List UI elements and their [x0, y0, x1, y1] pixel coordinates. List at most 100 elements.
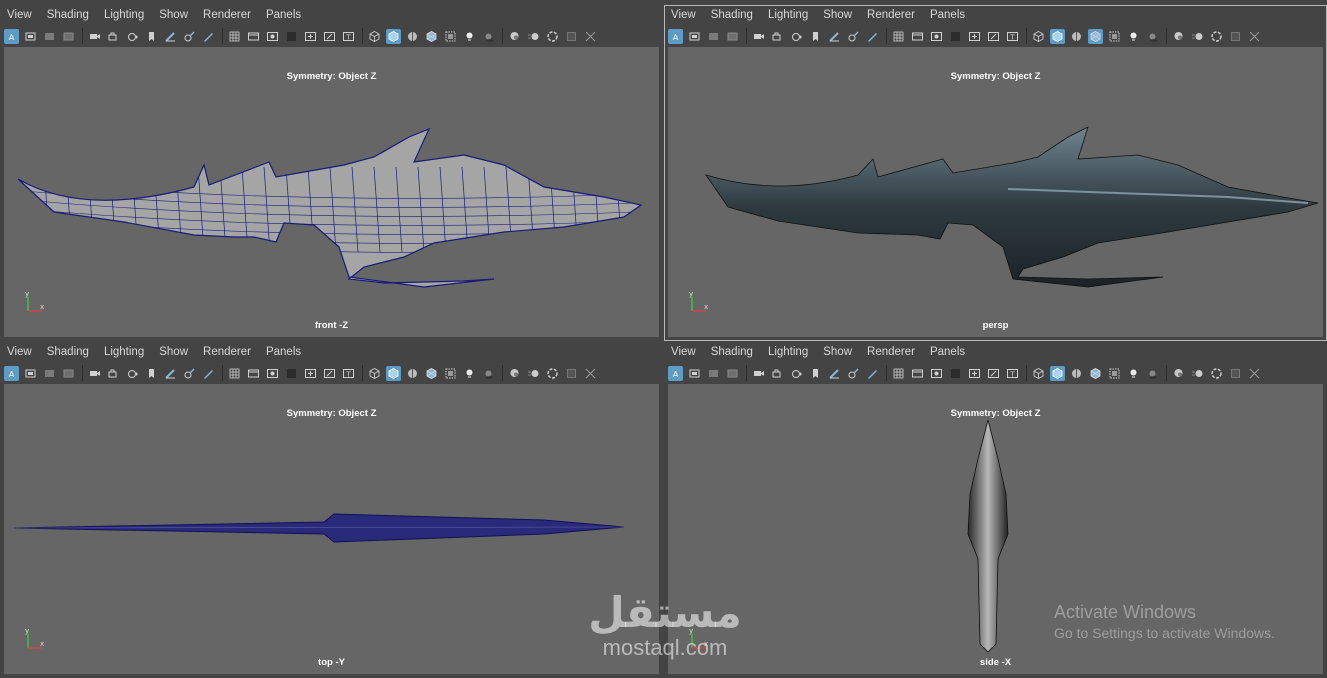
xray-icon[interactable]: [1088, 28, 1103, 44]
pencil-icon[interactable]: [865, 29, 880, 44]
shadows-icon[interactable]: [481, 29, 496, 44]
bookmark-icon[interactable]: [144, 366, 159, 381]
safe-title-icon[interactable]: T: [341, 29, 356, 44]
light-icon[interactable]: [1126, 366, 1141, 381]
grid-icon[interactable]: [891, 29, 906, 44]
menu-renderer[interactable]: Renderer: [867, 346, 915, 358]
menu-view[interactable]: View: [671, 9, 696, 21]
image-plane-icon[interactable]: [61, 366, 76, 381]
menu-panels[interactable]: Panels: [266, 346, 301, 358]
field-chart-icon[interactable]: [303, 366, 318, 381]
viewport-canvas-front[interactable]: Symmetry: Object Zfront -Z y x: [4, 47, 659, 337]
gate-mask-icon[interactable]: [948, 366, 963, 381]
playblast-icon[interactable]: [125, 366, 140, 381]
bookmark-icon[interactable]: [808, 366, 823, 381]
safe-title-icon[interactable]: T: [1005, 29, 1020, 44]
camera-icon[interactable]: [87, 366, 102, 381]
camera-attributes-icon[interactable]: [687, 29, 702, 44]
menu-renderer[interactable]: Renderer: [203, 9, 251, 21]
viewport-canvas-top[interactable]: Symmetry: Object Ztop -Y y x: [4, 384, 659, 674]
image-plane-icon[interactable]: [61, 29, 76, 44]
menu-renderer[interactable]: Renderer: [867, 9, 915, 21]
menu-show[interactable]: Show: [159, 9, 188, 21]
isolate-select-icon[interactable]: [564, 29, 579, 44]
menu-shading[interactable]: Shading: [47, 9, 89, 21]
wireframe-icon[interactable]: [1031, 366, 1046, 381]
sword-model[interactable]: [668, 47, 1323, 337]
xray-icon[interactable]: [1088, 366, 1103, 381]
menu-shading[interactable]: Shading: [711, 346, 753, 358]
select-camera-icon[interactable]: A: [668, 28, 683, 44]
resolution-gate-icon[interactable]: [265, 29, 280, 44]
shadows-icon[interactable]: [1145, 29, 1160, 44]
camera-attributes-icon[interactable]: [687, 366, 702, 381]
camera-attributes-icon[interactable]: [23, 29, 38, 44]
film-gate-icon[interactable]: [910, 29, 925, 44]
gate-mask-icon[interactable]: [284, 29, 299, 44]
wireframe-icon[interactable]: [367, 29, 382, 44]
safe-action-icon[interactable]: [986, 29, 1001, 44]
camera-icon[interactable]: [751, 366, 766, 381]
camera-icon[interactable]: [751, 29, 766, 44]
wireframe-icon[interactable]: [1031, 29, 1046, 44]
motion-blur-icon[interactable]: [1190, 366, 1205, 381]
backface-icon[interactable]: [443, 29, 458, 44]
menu-shading[interactable]: Shading: [47, 346, 89, 358]
grease-pencil-icon[interactable]: [163, 366, 178, 381]
anti-alias-icon[interactable]: [1209, 29, 1224, 44]
xray-joints-icon[interactable]: [583, 366, 598, 381]
select-camera-icon[interactable]: A: [668, 365, 683, 381]
playblast-icon[interactable]: [789, 366, 804, 381]
playblast-icon[interactable]: [789, 29, 804, 44]
camera-icon[interactable]: [87, 29, 102, 44]
anti-alias-icon[interactable]: [1209, 366, 1224, 381]
safe-action-icon[interactable]: [322, 29, 337, 44]
motion-blur-icon[interactable]: [526, 366, 541, 381]
resolution-gate-icon[interactable]: [929, 366, 944, 381]
select-camera-icon[interactable]: A: [4, 28, 19, 44]
pencil-icon[interactable]: [201, 366, 216, 381]
menu-show[interactable]: Show: [159, 346, 188, 358]
menu-shading[interactable]: Shading: [711, 9, 753, 21]
film-gate-icon[interactable]: [246, 29, 261, 44]
smooth-shade-icon[interactable]: [386, 365, 401, 381]
resolution-gate-icon[interactable]: [929, 29, 944, 44]
shaded-wireframe-icon[interactable]: [405, 29, 420, 44]
shaded-wireframe-icon[interactable]: [405, 366, 420, 381]
pencil-icon[interactable]: [865, 366, 880, 381]
motion-blur-icon[interactable]: [526, 29, 541, 44]
menu-show[interactable]: Show: [823, 9, 852, 21]
menu-view[interactable]: View: [7, 9, 32, 21]
isolate-select-icon[interactable]: [1228, 366, 1243, 381]
smooth-shade-icon[interactable]: [386, 28, 401, 44]
xray-icon[interactable]: [424, 29, 439, 44]
film-gate-icon[interactable]: [246, 366, 261, 381]
grease-pencil-icon[interactable]: [163, 29, 178, 44]
backface-icon[interactable]: [1107, 366, 1122, 381]
viewport-panel-top[interactable]: View Shading Lighting Show Renderer Panels A T S…: [0, 342, 663, 678]
anti-alias-icon[interactable]: [545, 29, 560, 44]
shaded-wireframe-icon[interactable]: [1069, 366, 1084, 381]
resolution-gate-icon[interactable]: [265, 366, 280, 381]
bookmark-icon[interactable]: [144, 29, 159, 44]
xray-joints-icon[interactable]: [1247, 29, 1262, 44]
film-gate-icon[interactable]: [910, 366, 925, 381]
viewport-panel-persp[interactable]: View Shading Lighting Show Renderer Panels A T S…: [664, 5, 1327, 341]
xray-icon[interactable]: [424, 366, 439, 381]
isolate-select-icon[interactable]: [1228, 29, 1243, 44]
grease-pencil-icon[interactable]: [827, 29, 842, 44]
lock-camera-icon[interactable]: [106, 29, 121, 44]
sword-model[interactable]: [4, 47, 659, 337]
smooth-shade-icon[interactable]: [1050, 28, 1065, 44]
backface-icon[interactable]: [443, 366, 458, 381]
shadows-icon[interactable]: [1145, 366, 1160, 381]
field-chart-icon[interactable]: [967, 29, 982, 44]
menu-view[interactable]: View: [7, 346, 32, 358]
ambient-occlusion-icon[interactable]: [1171, 366, 1186, 381]
light-icon[interactable]: [1126, 29, 1141, 44]
menu-panels[interactable]: Panels: [930, 346, 965, 358]
image-plane-icon[interactable]: [725, 366, 740, 381]
camera-attributes-icon[interactable]: [23, 366, 38, 381]
menu-show[interactable]: Show: [823, 346, 852, 358]
safe-action-icon[interactable]: [322, 366, 337, 381]
